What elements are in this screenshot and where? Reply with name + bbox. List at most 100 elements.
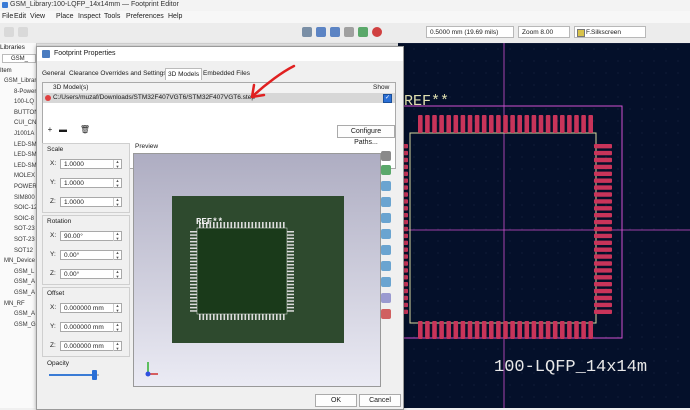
library-tree-item[interactable]: SOT-23 [14, 237, 35, 243]
library-tree-item[interactable]: LED-SM [14, 163, 36, 169]
menu-view[interactable]: View [30, 13, 45, 20]
spin-arrows-icon[interactable]: ▲ ▼ [113, 269, 121, 279]
pad[interactable] [594, 185, 612, 190]
pad[interactable] [594, 192, 612, 197]
configure-paths-button[interactable]: Configure Paths... [337, 125, 395, 146]
pad[interactable] [538, 321, 544, 339]
pad[interactable] [594, 302, 612, 308]
new-icon[interactable] [4, 27, 14, 37]
pad[interactable] [460, 321, 466, 339]
library-tree-item[interactable]: MN_Device [4, 258, 35, 264]
pad[interactable] [594, 240, 612, 245]
pad[interactable] [594, 226, 612, 232]
pad[interactable] [552, 321, 558, 339]
pad[interactable] [517, 321, 522, 339]
menu-inspect[interactable]: Inspect [78, 13, 101, 20]
library-tree-item[interactable]: SOIC-8 [14, 216, 34, 222]
tab-general[interactable]: General [42, 68, 65, 79]
pad[interactable] [503, 321, 508, 339]
pad[interactable] [594, 247, 612, 252]
pad[interactable] [425, 321, 430, 339]
pad[interactable] [481, 115, 487, 133]
pad[interactable] [524, 321, 530, 339]
spin-arrows-icon[interactable]: ▲ ▼ [113, 159, 121, 169]
spin-arrows-icon[interactable]: ▲ ▼ [113, 250, 121, 260]
pad[interactable] [460, 115, 466, 133]
opacity-slider[interactable] [49, 370, 99, 380]
pad[interactable] [446, 321, 451, 339]
library-tree-item[interactable]: GSM_G [14, 322, 36, 328]
pad[interactable] [496, 115, 501, 133]
pad[interactable] [425, 115, 430, 133]
pad[interactable] [439, 321, 444, 339]
open-icon[interactable] [18, 27, 28, 37]
menu-file[interactable]: File [2, 13, 13, 20]
footprint-canvas[interactable]: REF** 100-LQFP_14x14m [398, 43, 690, 408]
library-tree-item[interactable]: LED-SM [14, 152, 36, 158]
add-model-button[interactable]: + [44, 125, 56, 135]
pad[interactable] [594, 268, 612, 273]
menu-help[interactable]: Help [168, 13, 182, 20]
pad[interactable] [453, 321, 459, 339]
view-iso-icon[interactable] [381, 181, 391, 191]
toolbar-icon[interactable] [316, 27, 326, 37]
pad[interactable] [432, 115, 437, 133]
pad[interactable] [418, 321, 423, 339]
library-tree-item[interactable]: MOLEX [14, 173, 35, 179]
3d-preview[interactable]: REF** [133, 153, 381, 387]
pad[interactable] [524, 115, 530, 133]
offset-z-input[interactable]: 0.000000 mm ▲ ▼ [60, 341, 122, 351]
pad[interactable] [474, 115, 480, 133]
spin-arrows-icon[interactable]: ▲ ▼ [113, 178, 121, 188]
library-tree-item[interactable]: MN_RF [4, 301, 25, 307]
pad[interactable] [594, 254, 612, 259]
menu-place[interactable]: Place [56, 13, 74, 20]
view-right-icon[interactable] [381, 213, 391, 223]
pad[interactable] [531, 115, 537, 133]
library-tree-item[interactable]: 100-LQ [14, 99, 34, 105]
view-3d-options-icon[interactable] [381, 151, 391, 161]
pad[interactable] [531, 321, 537, 339]
reset-view-icon[interactable] [381, 309, 391, 319]
pad[interactable] [594, 144, 612, 149]
pad[interactable] [574, 321, 579, 339]
pad[interactable] [545, 115, 551, 133]
view-bottom-icon[interactable] [381, 277, 391, 287]
toolbar-icon[interactable] [330, 27, 340, 37]
pad[interactable] [481, 321, 487, 339]
ok-button[interactable]: OK [315, 394, 357, 407]
library-tree-item[interactable]: GSM_Library [4, 78, 36, 84]
drc-icon[interactable] [372, 27, 382, 37]
pad[interactable] [594, 171, 612, 176]
pad[interactable] [496, 321, 501, 339]
grid-select[interactable]: 0.5000 mm (19.69 mils) [426, 26, 514, 38]
offset-y-input[interactable]: 0.000000 mm ▲ ▼ [60, 322, 122, 332]
offset-x-input[interactable]: 0.000000 mm ▲ ▼ [60, 303, 122, 313]
library-tree-item[interactable]: 8-Power [14, 89, 36, 95]
spin-arrows-icon[interactable]: ▲ ▼ [113, 231, 121, 241]
pad[interactable] [560, 321, 565, 339]
pad[interactable] [517, 115, 522, 133]
pad[interactable] [418, 115, 423, 133]
view-front-icon[interactable] [381, 229, 391, 239]
spin-arrows-icon[interactable]: ▲ ▼ [113, 303, 121, 313]
view-top-icon[interactable] [381, 261, 391, 271]
flip-board-icon[interactable] [381, 293, 391, 303]
library-tree-item[interactable]: GSM_L [14, 269, 34, 275]
pad[interactable] [594, 233, 612, 239]
pad[interactable] [432, 321, 437, 339]
library-tree-item[interactable]: SIM800 [14, 195, 35, 201]
library-tree-item[interactable]: GSM_A [14, 290, 35, 296]
model-row[interactable]: C:/Users/muzaf/Downloads/STM32F407VGT6/S… [43, 93, 395, 103]
pad[interactable] [594, 282, 612, 287]
pad[interactable] [581, 115, 586, 133]
library-tree-item[interactable]: GSM_A [14, 279, 35, 285]
browse-folder-icon[interactable]: ▬ [57, 125, 69, 135]
pad[interactable] [594, 199, 612, 204]
library-tree-item[interactable]: POWER [14, 184, 36, 190]
view-left-icon[interactable] [381, 197, 391, 207]
pad[interactable] [588, 321, 593, 339]
pad[interactable] [594, 309, 612, 314]
library-tree-item[interactable]: LED-SM [14, 142, 36, 148]
pad[interactable] [510, 321, 515, 339]
